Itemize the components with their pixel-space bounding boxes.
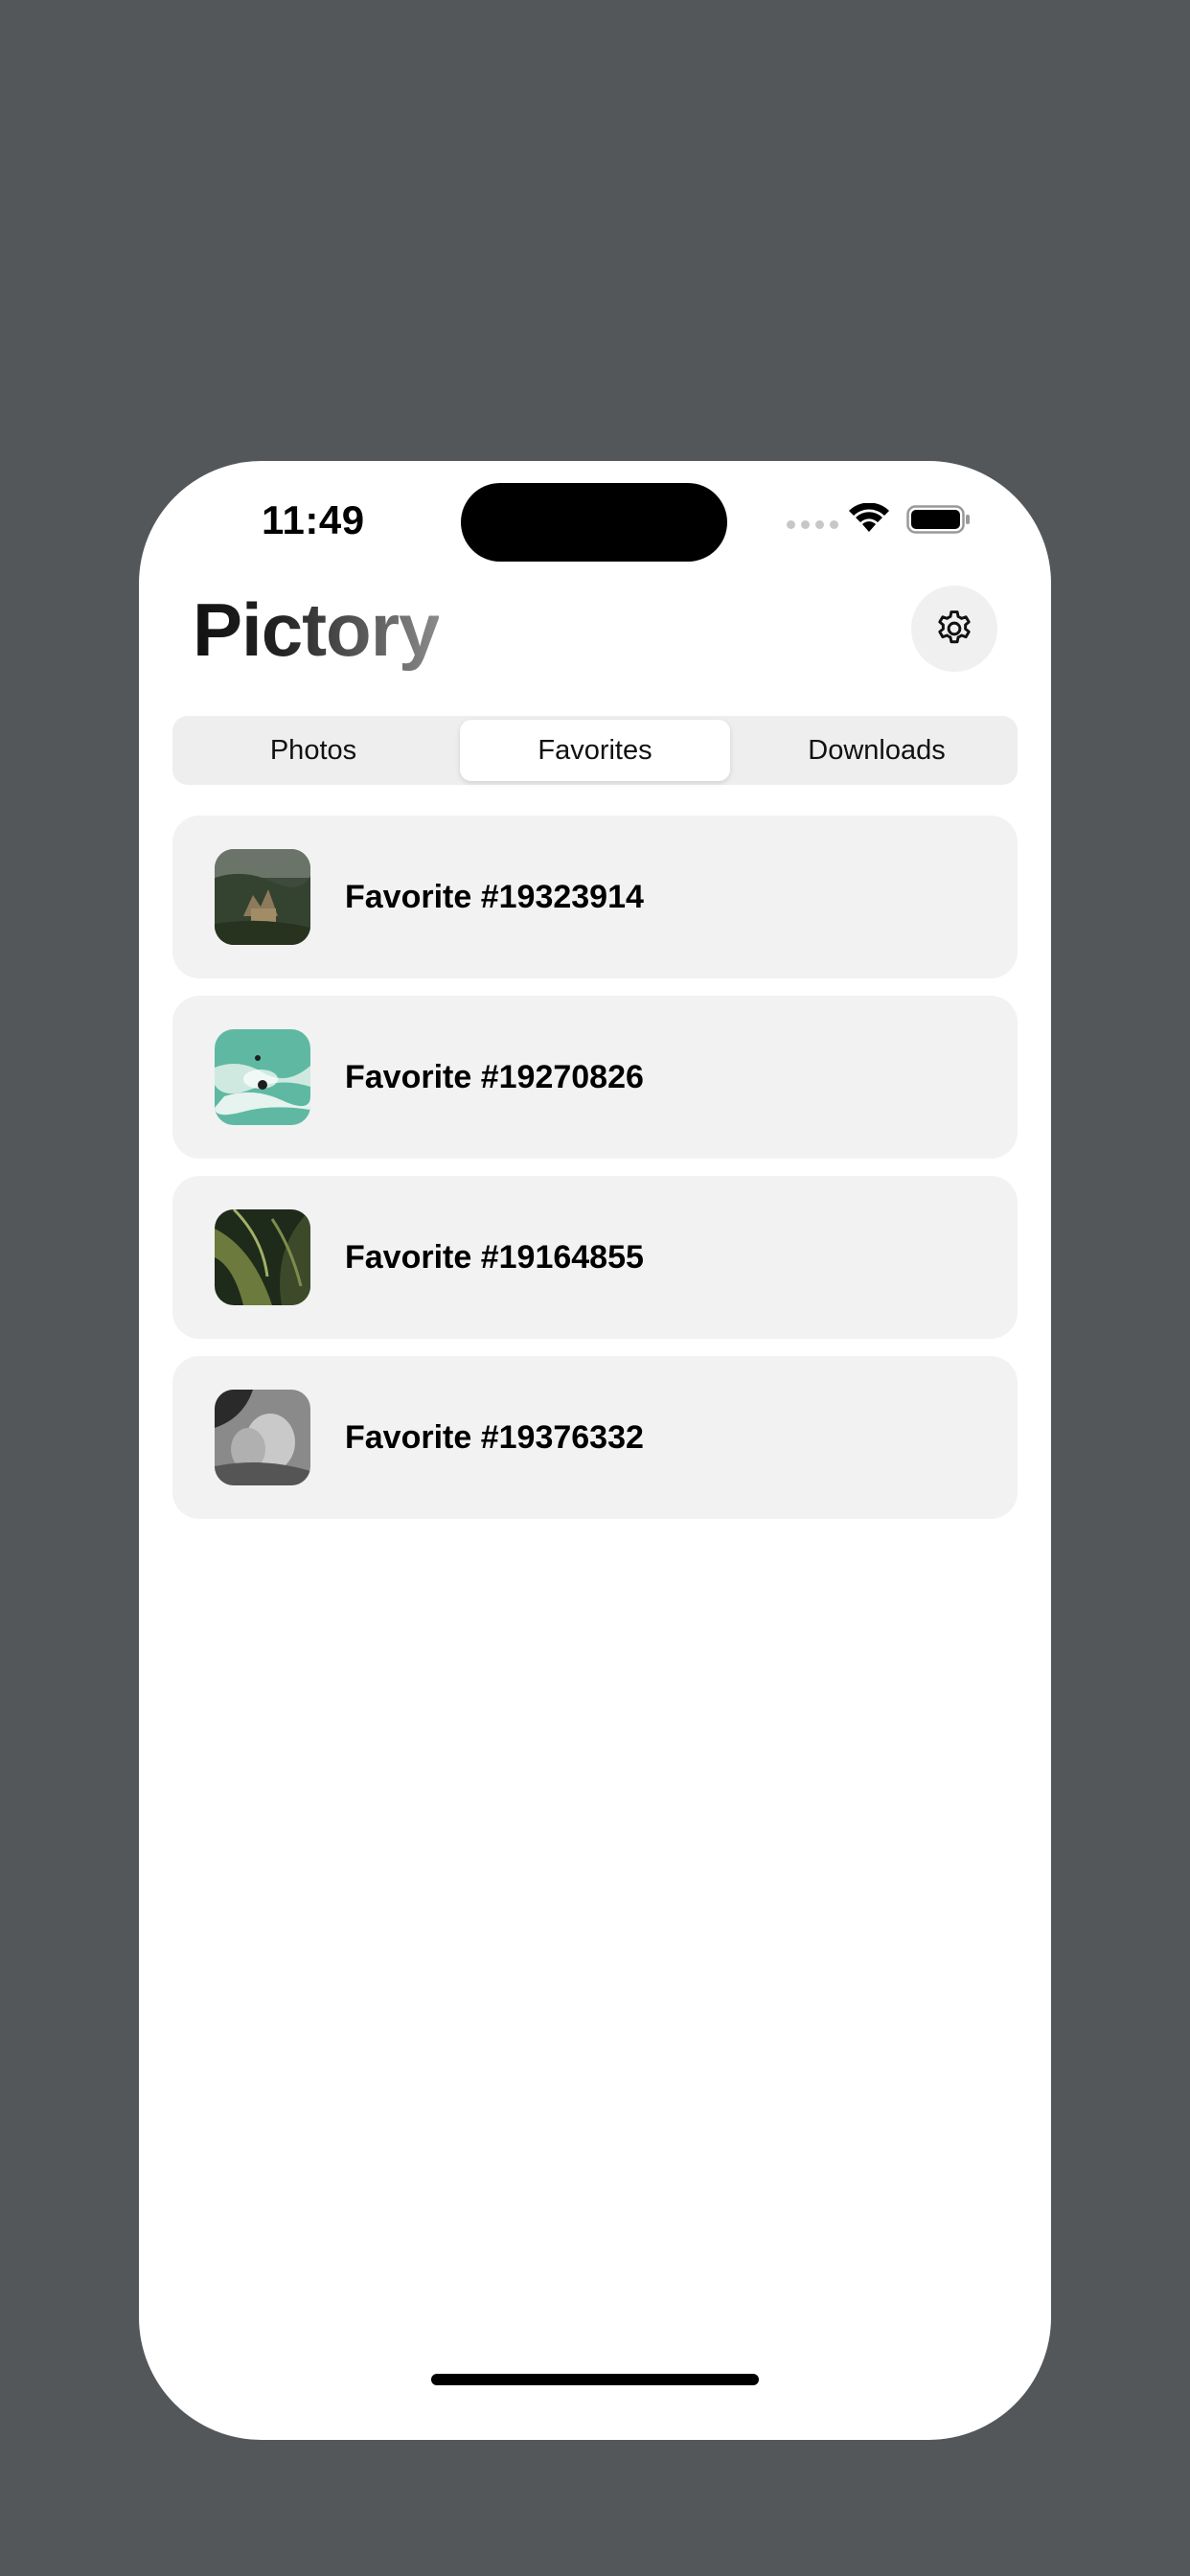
turquoise-water-thumbnail <box>215 1029 310 1125</box>
wifi-icon <box>849 503 889 532</box>
segmented-control: Photos Favorites Downloads <box>172 716 1018 785</box>
app-title: Pictory <box>193 586 440 676</box>
black-white-portrait-thumbnail <box>215 1390 310 1485</box>
battery-icon <box>906 505 970 534</box>
list-item[interactable]: Favorite #19376332 <box>172 1356 1018 1519</box>
cellular-signal-icon <box>787 520 838 529</box>
status-time: 11:49 <box>262 497 365 542</box>
home-indicator[interactable] <box>431 2374 759 2385</box>
list-item[interactable]: Favorite #19323914 <box>172 816 1018 978</box>
tab-favorites[interactable]: Favorites <box>460 720 730 781</box>
favorite-label: Favorite #19376332 <box>345 1418 644 1456</box>
favorite-label: Favorite #19270826 <box>345 1058 644 1095</box>
list-item[interactable]: Favorite #19164855 <box>172 1176 1018 1339</box>
gear-icon <box>938 610 971 644</box>
castle-landscape-thumbnail <box>215 849 310 945</box>
status-bar: 11:49 <box>139 461 1051 576</box>
favorite-label: Favorite #19323914 <box>345 878 644 915</box>
palm-leaves-thumbnail <box>215 1209 310 1305</box>
favorites-list: Favorite #19323914 Favorite #19270826 Fa… <box>172 816 1018 1536</box>
tab-downloads[interactable]: Downloads <box>742 720 1012 781</box>
dynamic-island <box>461 483 727 562</box>
favorite-label: Favorite #19164855 <box>345 1238 644 1276</box>
phone-screen: 11:49 Pictory Photos Favorites Downloads <box>139 461 1051 2440</box>
list-item[interactable]: Favorite #19270826 <box>172 996 1018 1159</box>
tab-photos[interactable]: Photos <box>178 720 448 781</box>
settings-button[interactable] <box>911 586 997 672</box>
